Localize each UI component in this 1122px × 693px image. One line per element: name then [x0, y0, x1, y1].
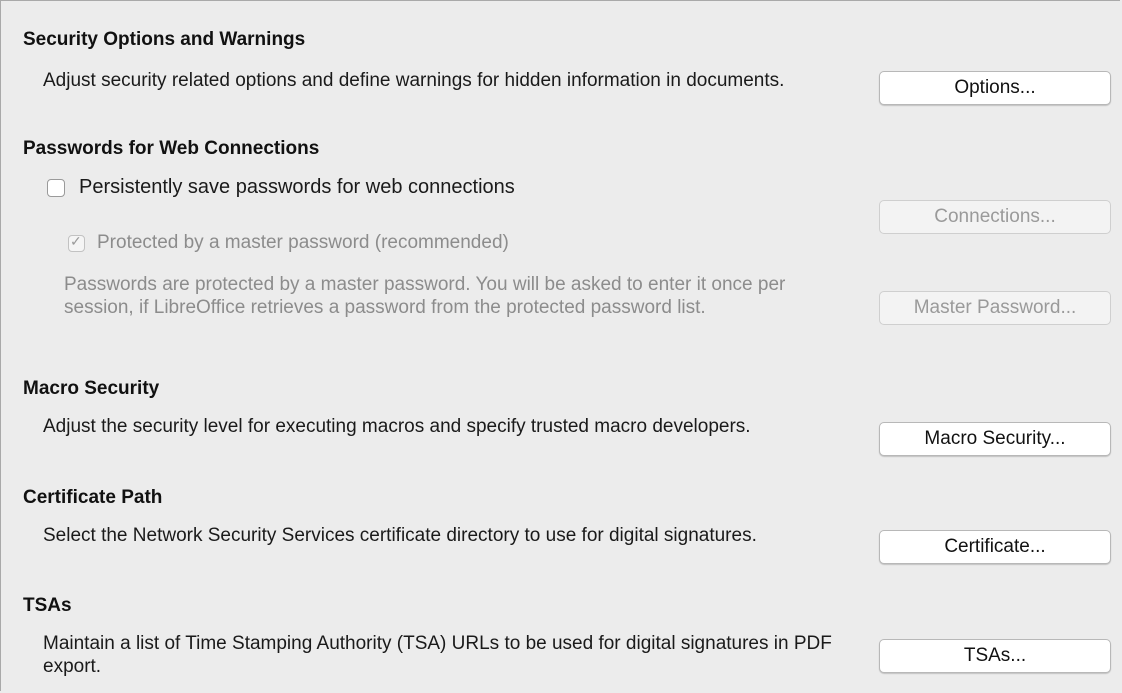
passwords-heading: Passwords for Web Connections [23, 138, 320, 159]
master-password-option[interactable]: ✓ Protected by a master password (recomm… [68, 232, 509, 254]
tsas-button[interactable]: TSAs... [879, 639, 1111, 673]
persist-passwords-label: Persistently save passwords for web conn… [79, 176, 515, 198]
macro-security-button[interactable]: Macro Security... [879, 422, 1111, 456]
connections-button[interactable]: Connections... [879, 200, 1111, 234]
certificate-path-description: Select the Network Security Services cer… [43, 525, 757, 546]
options-button[interactable]: Options... [879, 71, 1111, 105]
macro-security-description: Adjust the security level for executing … [43, 416, 751, 437]
certificate-button[interactable]: Certificate... [879, 530, 1111, 564]
master-password-button[interactable]: Master Password... [879, 291, 1111, 325]
options-panel: Security Options and Warnings Adjust sec… [0, 0, 1120, 691]
security-options-heading: Security Options and Warnings [23, 29, 306, 50]
macro-security-heading: Macro Security [23, 378, 160, 399]
master-password-description: Passwords are protected by a master pass… [64, 274, 786, 318]
security-options-description: Adjust security related options and defi… [43, 70, 785, 91]
check-icon: ✓ [70, 232, 82, 249]
tsas-heading: TSAs [23, 595, 72, 616]
master-password-checkbox[interactable]: ✓ [68, 232, 85, 252]
certificate-path-heading: Certificate Path [23, 487, 163, 508]
master-password-label: Protected by a master password (recommen… [97, 232, 509, 253]
persist-passwords-option[interactable]: Persistently save passwords for web conn… [47, 176, 515, 199]
persist-passwords-checkbox[interactable] [47, 178, 65, 197]
tsas-description: Maintain a list of Time Stamping Authori… [43, 633, 832, 677]
